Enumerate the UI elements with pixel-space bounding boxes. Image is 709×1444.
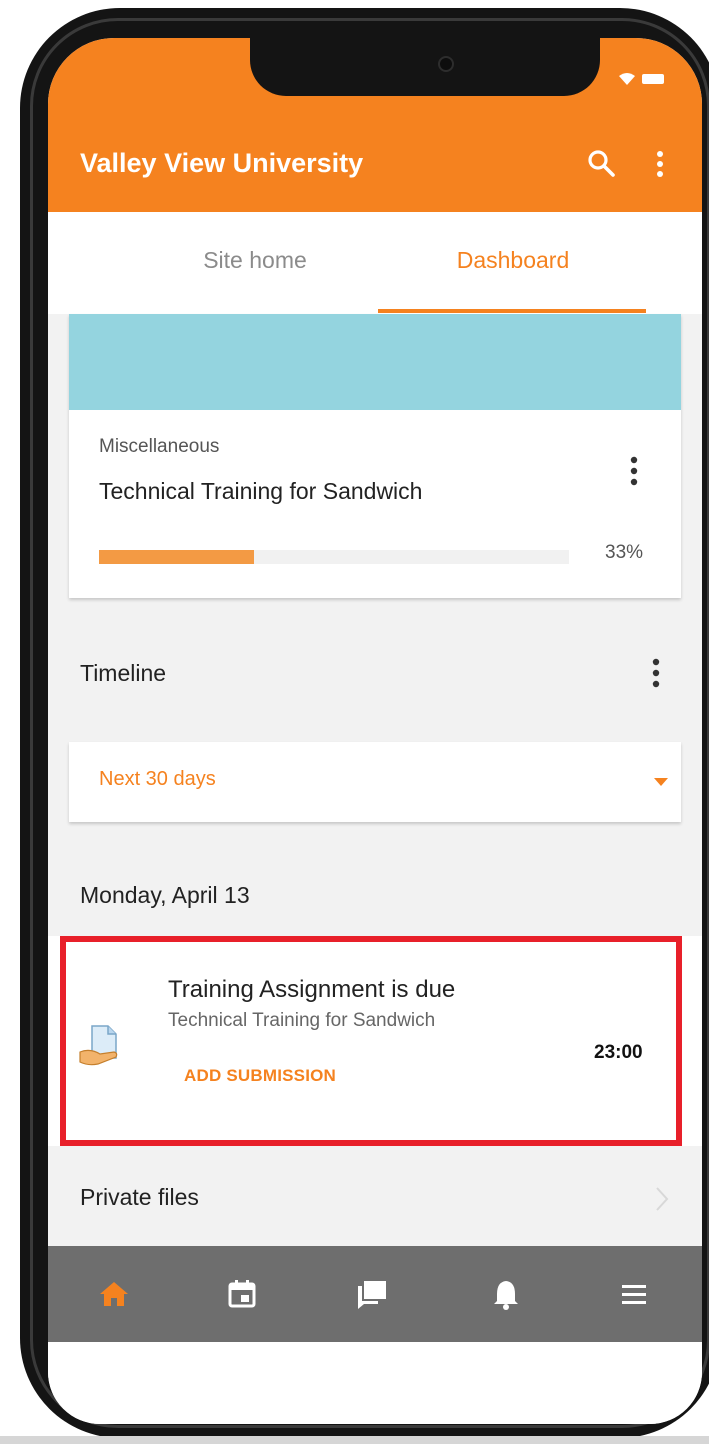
private-files-label: Private files bbox=[80, 1184, 199, 1210]
screen-bottom-area bbox=[48, 1342, 702, 1424]
timeline-filter-select[interactable]: Next 30 days bbox=[69, 742, 681, 822]
front-camera bbox=[438, 56, 454, 72]
more-vert-icon[interactable] bbox=[628, 456, 640, 486]
highlight-box bbox=[60, 936, 682, 1146]
active-tab-indicator bbox=[378, 309, 646, 313]
event-date-heading: Monday, April 13 bbox=[80, 882, 250, 908]
home-icon[interactable] bbox=[96, 1276, 132, 1312]
course-progress-label: 33% bbox=[605, 542, 644, 563]
timeline-filter-value: Next 30 days bbox=[99, 768, 216, 790]
tab-bar: Site home Dashboard bbox=[48, 212, 702, 314]
menu-icon[interactable] bbox=[616, 1276, 652, 1312]
course-category: Miscellaneous bbox=[99, 436, 220, 457]
timeline-title: Timeline bbox=[80, 660, 167, 686]
bottom-navigation bbox=[48, 1246, 702, 1342]
more-vert-icon[interactable] bbox=[654, 150, 666, 178]
chevron-right-icon bbox=[656, 1187, 669, 1211]
messages-icon[interactable] bbox=[354, 1276, 390, 1312]
bottom-shadow bbox=[0, 1436, 709, 1444]
course-card[interactable]: Miscellaneous Technical Training for San… bbox=[69, 314, 681, 598]
battery-icon bbox=[642, 74, 664, 84]
timeline-event-item[interactable]: Training Assignment is due Technical Tra… bbox=[48, 936, 702, 1146]
phone-notch bbox=[250, 38, 600, 96]
course-name[interactable]: Technical Training for Sandwich bbox=[99, 478, 422, 505]
tab-dashboard[interactable]: Dashboard bbox=[378, 212, 648, 314]
course-progress-bar bbox=[99, 550, 569, 564]
search-icon[interactable] bbox=[586, 148, 616, 178]
phone-screen: Valley View University Site home Dashboa… bbox=[48, 38, 702, 1424]
calendar-icon[interactable] bbox=[224, 1276, 260, 1312]
course-image bbox=[69, 314, 681, 410]
tab-site-home[interactable]: Site home bbox=[120, 212, 390, 314]
timeline-header: Timeline bbox=[48, 620, 702, 722]
wifi-icon bbox=[619, 73, 635, 85]
notifications-icon[interactable] bbox=[488, 1276, 524, 1312]
course-progress-fill bbox=[99, 550, 255, 564]
more-vert-icon[interactable] bbox=[650, 658, 662, 688]
private-files-row[interactable]: Private files bbox=[48, 1146, 702, 1246]
dashboard-content: Miscellaneous Technical Training for San… bbox=[48, 314, 702, 1246]
dropdown-caret-icon bbox=[654, 778, 668, 786]
status-icons bbox=[618, 72, 664, 86]
app-title: Valley View University bbox=[80, 148, 364, 178]
app-bar: Valley View University bbox=[48, 112, 702, 212]
